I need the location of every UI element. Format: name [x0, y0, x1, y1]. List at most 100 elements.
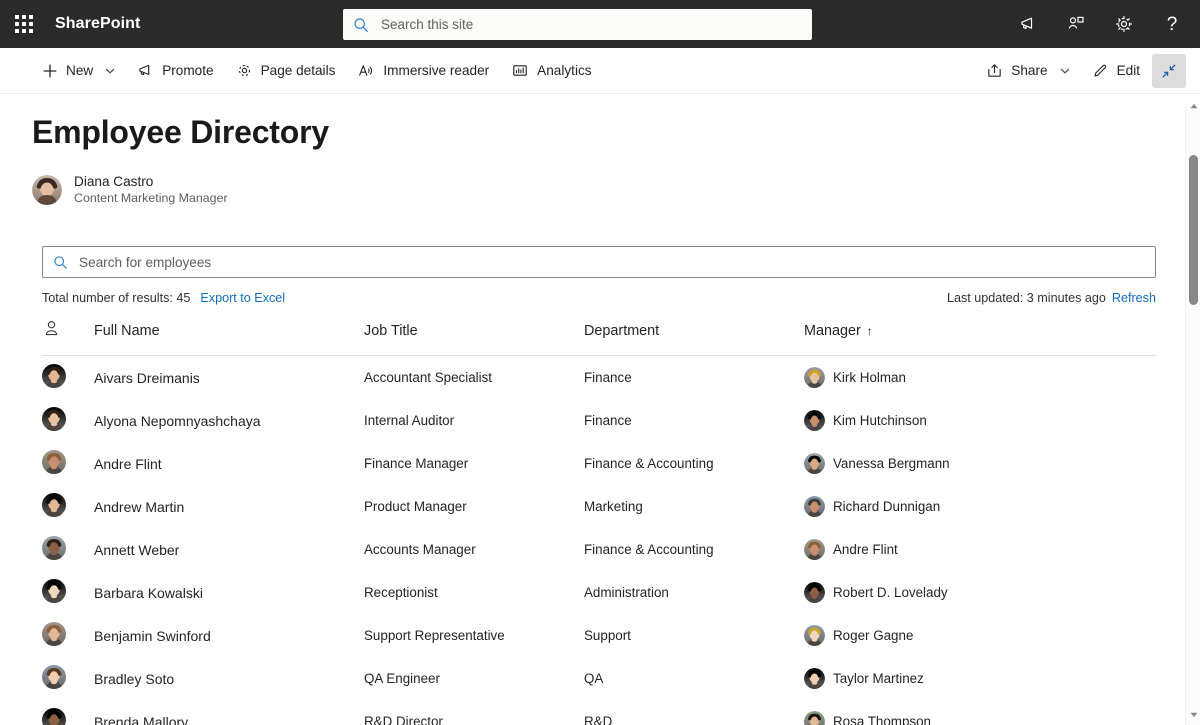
- sort-ascending-icon: ↑: [866, 323, 873, 338]
- manager-avatar[interactable]: [804, 539, 825, 560]
- promote-button[interactable]: Promote: [127, 54, 223, 88]
- table-row[interactable]: Brenda Mallory R&D Director R&D Rosa Tho…: [42, 700, 1156, 725]
- page-title: Employee Directory: [32, 114, 329, 150]
- column-header-manager[interactable]: Manager ↑: [804, 319, 1156, 356]
- vertical-scrollbar[interactable]: [1185, 94, 1200, 725]
- employee-avatar[interactable]: [42, 579, 66, 606]
- cell-full-name[interactable]: Aivars Dreimanis: [94, 356, 364, 400]
- employee-name: Brenda Mallory: [94, 713, 189, 725]
- manager-chip[interactable]: Robert D. Lovelady: [804, 582, 1156, 603]
- cell-manager[interactable]: Andre Flint: [804, 528, 1156, 571]
- table-row[interactable]: Annett Weber Accounts Manager Finance & …: [42, 528, 1156, 571]
- cell-avatar[interactable]: [42, 399, 94, 442]
- site-search-box[interactable]: [343, 9, 812, 40]
- manager-avatar[interactable]: [804, 367, 825, 388]
- cell-full-name[interactable]: Andre Flint: [94, 442, 364, 485]
- cell-full-name[interactable]: Bradley Soto: [94, 657, 364, 700]
- cell-manager[interactable]: Roger Gagne: [804, 614, 1156, 657]
- scroll-down-button[interactable]: [1186, 707, 1200, 723]
- cell-manager[interactable]: Richard Dunnigan: [804, 485, 1156, 528]
- cell-avatar[interactable]: [42, 657, 94, 700]
- employee-avatar[interactable]: [42, 622, 66, 649]
- cell-full-name[interactable]: Annett Weber: [94, 528, 364, 571]
- column-header-full-name[interactable]: Full Name: [94, 319, 364, 356]
- manager-chip[interactable]: Rosa Thompson: [804, 711, 1156, 725]
- table-header-row: Full Name Job Title Department Manager ↑: [42, 319, 1156, 356]
- manager-avatar[interactable]: [804, 668, 825, 689]
- employee-name: Benjamin Swinford: [94, 627, 211, 644]
- manager-chip[interactable]: Kirk Holman: [804, 367, 1156, 388]
- manager-chip[interactable]: Richard Dunnigan: [804, 496, 1156, 517]
- manager-avatar[interactable]: [804, 496, 825, 517]
- employee-search-box[interactable]: [42, 246, 1156, 278]
- employee-avatar[interactable]: [42, 450, 66, 477]
- table-row[interactable]: Aivars Dreimanis Accountant Specialist F…: [42, 356, 1156, 400]
- employee-avatar[interactable]: [42, 493, 66, 520]
- cell-full-name[interactable]: Benjamin Swinford: [94, 614, 364, 657]
- cell-avatar[interactable]: [42, 356, 94, 400]
- employee-search-input[interactable]: [77, 253, 1145, 271]
- manager-avatar[interactable]: [804, 410, 825, 431]
- manager-chip[interactable]: Kim Hutchinson: [804, 410, 1156, 431]
- cell-avatar[interactable]: [42, 485, 94, 528]
- cell-manager[interactable]: Taylor Martinez: [804, 657, 1156, 700]
- manager-avatar[interactable]: [804, 582, 825, 603]
- focus-mode-button[interactable]: [1152, 53, 1186, 88]
- employee-avatar[interactable]: [42, 364, 66, 391]
- megaphone-icon: [1021, 17, 1033, 29]
- page-details-button[interactable]: Page details: [226, 54, 346, 88]
- edit-button[interactable]: Edit: [1082, 54, 1150, 88]
- cell-full-name[interactable]: Brenda Mallory: [94, 700, 364, 725]
- cell-avatar[interactable]: [42, 700, 94, 725]
- settings-button[interactable]: [1100, 0, 1148, 48]
- share-button[interactable]: Share: [976, 54, 1079, 88]
- cell-manager[interactable]: Vanessa Bergmann: [804, 442, 1156, 485]
- site-search-input[interactable]: [379, 16, 802, 33]
- cell-full-name[interactable]: Alyona Nepomnyashchaya: [94, 399, 364, 442]
- feedback-button[interactable]: [1052, 0, 1100, 48]
- table-row[interactable]: Bradley Soto QA Engineer QA Taylor Marti…: [42, 657, 1156, 700]
- table-row[interactable]: Andre Flint Finance Manager Finance & Ac…: [42, 442, 1156, 485]
- employee-avatar[interactable]: [42, 407, 66, 434]
- column-header-department[interactable]: Department: [584, 319, 804, 356]
- manager-avatar[interactable]: [804, 453, 825, 474]
- cell-avatar[interactable]: [42, 528, 94, 571]
- refresh-link[interactable]: Refresh: [1112, 291, 1156, 305]
- manager-chip[interactable]: Andre Flint: [804, 539, 1156, 560]
- analytics-button[interactable]: Analytics: [501, 54, 601, 88]
- cell-avatar[interactable]: [42, 571, 94, 614]
- employee-avatar[interactable]: [42, 536, 66, 563]
- column-header-job-title[interactable]: Job Title: [364, 319, 584, 356]
- cell-manager[interactable]: Kirk Holman: [804, 356, 1156, 400]
- cell-manager[interactable]: Rosa Thompson: [804, 700, 1156, 725]
- cell-avatar[interactable]: [42, 442, 94, 485]
- cell-avatar[interactable]: [42, 614, 94, 657]
- manager-chip[interactable]: Vanessa Bergmann: [804, 453, 1156, 474]
- table-row[interactable]: Barbara Kowalski Receptionist Administra…: [42, 571, 1156, 614]
- employee-avatar[interactable]: [42, 708, 66, 725]
- cell-manager[interactable]: Robert D. Lovelady: [804, 571, 1156, 614]
- author-avatar[interactable]: [32, 175, 62, 205]
- app-launcher-button[interactable]: [0, 0, 48, 48]
- scrollbar-thumb[interactable]: [1189, 155, 1198, 305]
- cell-manager[interactable]: Kim Hutchinson: [804, 399, 1156, 442]
- employee-avatar[interactable]: [42, 665, 66, 692]
- manager-avatar[interactable]: [804, 625, 825, 646]
- table-row[interactable]: Alyona Nepomnyashchaya Internal Auditor …: [42, 399, 1156, 442]
- help-button[interactable]: ?: [1148, 0, 1196, 48]
- manager-avatar[interactable]: [804, 711, 825, 725]
- suite-icon-group: ?: [1004, 0, 1196, 48]
- manager-chip[interactable]: Roger Gagne: [804, 625, 1156, 646]
- employee-job-title: Accounts Manager: [364, 542, 476, 557]
- table-row[interactable]: Andrew Martin Product Manager Marketing: [42, 485, 1156, 528]
- cell-full-name[interactable]: Andrew Martin: [94, 485, 364, 528]
- cell-full-name[interactable]: Barbara Kowalski: [94, 571, 364, 614]
- immersive-reader-button[interactable]: Immersive reader: [347, 54, 499, 88]
- new-button[interactable]: New: [32, 54, 125, 88]
- export-to-excel-link[interactable]: Export to Excel: [200, 291, 285, 305]
- table-row[interactable]: Benjamin Swinford Support Representative…: [42, 614, 1156, 657]
- sharepoint-brand[interactable]: SharePoint: [55, 15, 140, 33]
- manager-chip[interactable]: Taylor Martinez: [804, 668, 1156, 689]
- scroll-up-button[interactable]: [1186, 98, 1200, 114]
- megaphone-button[interactable]: [1004, 0, 1052, 48]
